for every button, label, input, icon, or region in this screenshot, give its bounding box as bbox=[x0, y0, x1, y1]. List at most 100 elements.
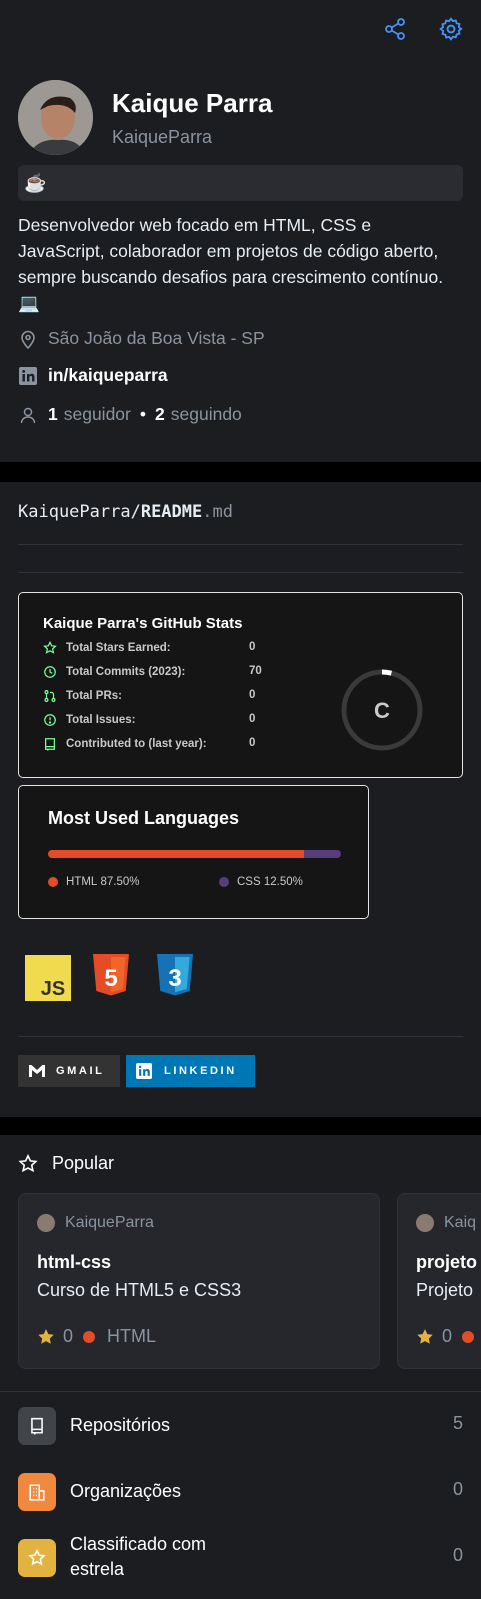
location-row: São João da Boa Vista - SP bbox=[18, 328, 265, 349]
linkedin-row[interactable]: in/kaiqueparra bbox=[18, 365, 168, 386]
repo-card[interactable]: KaiqueParra html-css Curso de HTML5 e CS… bbox=[18, 1193, 380, 1369]
gmail-badge-label: GMAIL bbox=[56, 1065, 105, 1077]
repo-meta: 0 bbox=[416, 1326, 475, 1347]
language-percent: 12.50% bbox=[263, 876, 303, 888]
repo-language: HTML bbox=[107, 1326, 157, 1346]
stat-row-prs: Total PRs: bbox=[43, 687, 122, 705]
menu-label: Repositórios bbox=[70, 1415, 171, 1435]
separator-dot: • bbox=[139, 404, 147, 424]
star-icon bbox=[18, 1153, 38, 1172]
following-label: seguindo bbox=[170, 404, 242, 424]
star-icon bbox=[43, 641, 57, 654]
language-bar-segment-css bbox=[304, 850, 341, 858]
repo-icon bbox=[45, 738, 55, 751]
linkedin-badge[interactable]: LINKEDIN bbox=[126, 1055, 255, 1087]
language-legend-html: HTML 87.50% bbox=[48, 876, 140, 888]
language-bar-segment-html bbox=[48, 850, 305, 858]
divider bbox=[18, 1036, 463, 1037]
repo-name: projeto bbox=[416, 1252, 477, 1272]
divider bbox=[18, 544, 463, 545]
repo-card[interactable]: Kaiq projeto Projeto 0 bbox=[397, 1193, 481, 1369]
language-legend-css: CSS 12.50% bbox=[219, 876, 303, 888]
language-name: CSS bbox=[237, 876, 261, 888]
linkedin-icon bbox=[136, 1063, 152, 1079]
languages-title: Most Used Languages bbox=[48, 808, 240, 828]
stat-row-commits: Total Commits (2023): bbox=[43, 663, 185, 681]
pull-request-icon bbox=[44, 690, 56, 702]
readme-owner: KaiqueParra/ bbox=[18, 502, 141, 522]
avatar[interactable] bbox=[18, 80, 93, 155]
stat-row-stars: Total Stars Earned: bbox=[43, 639, 171, 657]
avatar bbox=[37, 1214, 55, 1232]
settings-button[interactable] bbox=[436, 14, 466, 44]
readme-file-name: README bbox=[140, 502, 203, 522]
followers-label: seguidor bbox=[63, 404, 131, 424]
profile-section: Kaique Parra KaiqueParra ☕ Desenvolvedor… bbox=[0, 0, 481, 462]
stat-row-issues: Total Issues: bbox=[43, 711, 135, 729]
language-dot bbox=[219, 877, 229, 887]
share-button[interactable] bbox=[380, 14, 410, 44]
readme-title[interactable]: KaiqueParra/README.md bbox=[18, 502, 233, 522]
star-icon bbox=[38, 1328, 54, 1344]
menu-item-starred[interactable]: Classificado com estrela 0 bbox=[0, 1525, 481, 1585]
repo-stars: 0 bbox=[63, 1326, 74, 1346]
menu-label: Classificado com estrela bbox=[70, 1534, 207, 1579]
menu-item-repositories[interactable]: Repositórios 5 bbox=[0, 1393, 481, 1453]
stat-label: Total Commits (2023): bbox=[66, 666, 186, 678]
stat-value: 0 bbox=[249, 713, 256, 725]
share-icon bbox=[385, 18, 405, 40]
repo-description: Curso de HTML5 e CSS3 bbox=[37, 1280, 242, 1300]
rank-ring: C bbox=[341, 669, 423, 751]
menu-count: 0 bbox=[452, 1545, 463, 1565]
css3-logo-text: 3 bbox=[168, 965, 181, 992]
stat-value: 70 bbox=[249, 665, 262, 677]
repo-owner: KaiqueParra bbox=[37, 1214, 154, 1232]
menu-count: 0 bbox=[452, 1479, 463, 1499]
followers-count: 1 bbox=[48, 404, 58, 424]
github-stats-card: Kaique Parra's GitHub Stats Total Stars … bbox=[18, 592, 463, 778]
star-icon bbox=[417, 1328, 433, 1344]
avatar bbox=[416, 1214, 434, 1232]
rank-letter: C bbox=[374, 698, 390, 723]
html5-icon[interactable]: 5 bbox=[87, 954, 135, 1002]
language-percent: 87.50% bbox=[100, 876, 140, 888]
readme-file-ext: .md bbox=[202, 502, 233, 522]
menu-item-organizations[interactable]: Organizações 0 bbox=[0, 1459, 481, 1519]
language-name: HTML bbox=[66, 876, 98, 888]
repo-name: html-css bbox=[37, 1252, 112, 1272]
stat-label: Total Issues: bbox=[66, 714, 136, 726]
profile-name: Kaique Parra bbox=[112, 88, 273, 118]
css3-icon[interactable]: 3 bbox=[151, 954, 199, 1002]
repo-stars: 0 bbox=[442, 1326, 453, 1346]
repo-owner-name: Kaiq bbox=[444, 1214, 477, 1231]
repo-icon bbox=[18, 1407, 56, 1445]
location-icon bbox=[18, 329, 38, 349]
javascript-icon[interactable]: JS bbox=[24, 954, 72, 1002]
followers-row[interactable]: 1 seguidor • 2 seguindo bbox=[18, 404, 242, 425]
gmail-icon bbox=[29, 1065, 45, 1077]
stat-value: 0 bbox=[249, 641, 256, 653]
gmail-badge[interactable]: GMAIL bbox=[18, 1055, 120, 1087]
linkedin-badge-label: LINKEDIN bbox=[164, 1065, 237, 1077]
status-emoji: ☕ bbox=[24, 172, 47, 193]
languages-bar bbox=[48, 850, 341, 858]
stat-value: 0 bbox=[249, 689, 256, 701]
stat-label: Contributed to (last year): bbox=[66, 738, 207, 750]
person-icon bbox=[18, 405, 38, 425]
location-text: São João da Boa Vista - SP bbox=[48, 328, 265, 348]
stats-title: Kaique Parra's GitHub Stats bbox=[43, 615, 243, 632]
language-dot bbox=[48, 877, 58, 887]
language-dot bbox=[83, 1330, 96, 1343]
stat-label: Total Stars Earned: bbox=[66, 642, 171, 654]
following-count: 2 bbox=[155, 404, 165, 424]
status-bar[interactable]: ☕ bbox=[18, 165, 463, 201]
stat-row-contributed: Contributed to (last year): bbox=[43, 735, 207, 753]
linkedin-link[interactable]: in/kaiqueparra bbox=[48, 365, 168, 386]
popular-header: Popular bbox=[18, 1153, 114, 1174]
repo-meta: 0 HTML bbox=[37, 1326, 156, 1347]
readme-section: KaiqueParra/README.md Kaique Parra's Git… bbox=[0, 482, 481, 1117]
popular-title: Popular bbox=[52, 1153, 115, 1173]
language-dot bbox=[462, 1330, 475, 1343]
star-icon bbox=[18, 1539, 56, 1577]
repo-owner-name: KaiqueParra bbox=[65, 1214, 154, 1231]
